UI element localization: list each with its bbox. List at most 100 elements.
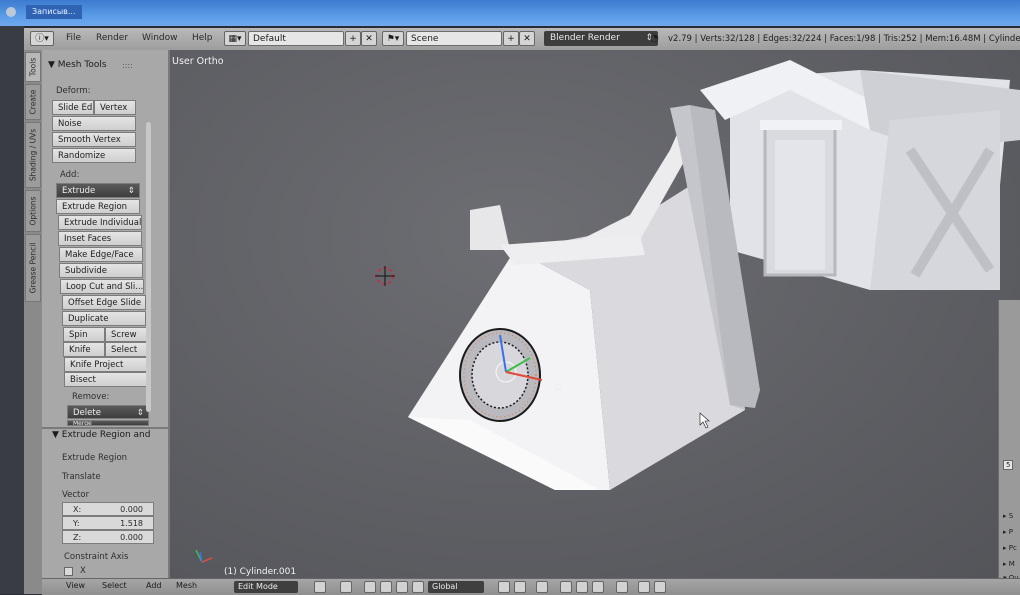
menu-help[interactable]: Help: [192, 33, 213, 43]
scale-manipulator-icon[interactable]: [412, 581, 424, 593]
merge-menu[interactable]: Merge: [67, 420, 149, 426]
layer-icon[interactable]: [514, 581, 526, 593]
menu-add[interactable]: Add: [146, 581, 162, 590]
menu-mesh[interactable]: Mesh: [176, 581, 197, 590]
render-animation-icon[interactable]: [654, 581, 666, 593]
active-object-label: (1) Cylinder.001: [224, 567, 297, 577]
knife-select-button[interactable]: Select: [105, 342, 147, 357]
vector-x-value: 0.000: [120, 505, 143, 514]
loop-cut-slide-button[interactable]: Loop Cut and Sli...: [60, 279, 144, 294]
extrude-region-label: Extrude Region: [62, 453, 128, 463]
rotate-manipulator-icon[interactable]: [396, 581, 408, 593]
render-engine-select[interactable]: Blender Render ⇕: [544, 31, 658, 46]
face-select-icon[interactable]: [592, 581, 604, 593]
tab-tools-label: Tools: [28, 57, 38, 77]
extrude-region-button[interactable]: Extrude Region: [56, 199, 140, 214]
operator-panel-header[interactable]: ▼ Extrude Region and: [52, 430, 150, 440]
add-scene-icon[interactable]: +: [503, 31, 519, 46]
mesh-tools-panel-header[interactable]: ▼ Mesh Tools: [48, 60, 107, 70]
vertex-select-icon[interactable]: [560, 581, 572, 593]
3d-cursor-icon[interactable]: [375, 266, 395, 286]
tool-shelf-scrollbar[interactable]: [146, 122, 151, 412]
right-strip-label: P: [1008, 528, 1013, 536]
manipulator-toggle-icon[interactable]: [364, 581, 376, 593]
tab-grease-pencil[interactable]: Grease Pencil: [25, 234, 41, 302]
tab-create[interactable]: Create: [25, 84, 41, 120]
vector-y-field[interactable]: Y: 1.518: [62, 516, 154, 530]
vector-z-value: 0.000: [120, 533, 143, 542]
inset-faces-button[interactable]: Inset Faces: [58, 231, 142, 246]
duplicate-button[interactable]: Duplicate: [62, 311, 146, 326]
right-strip-item[interactable]: ▸ M: [1003, 560, 1015, 568]
screen-layout-icon[interactable]: ▦▾: [224, 31, 246, 46]
right-strip-item[interactable]: ▸ P: [1003, 528, 1013, 536]
drag-handle-icon[interactable]: ::::: [122, 61, 133, 70]
add-label: Add:: [60, 170, 80, 180]
menu-view[interactable]: View: [66, 581, 85, 590]
vector-x-label: X:: [73, 505, 82, 514]
transform-orientation-select[interactable]: Global: [428, 581, 484, 593]
noise-button[interactable]: Noise: [52, 116, 136, 131]
dropdown-arrows-icon: ⇕: [136, 408, 144, 418]
spin-button[interactable]: Spin: [63, 327, 105, 342]
right-strip-item[interactable]: 5: [1003, 460, 1014, 470]
translate-manipulator-icon[interactable]: [380, 581, 392, 593]
shading-mode-icon[interactable]: [314, 581, 326, 593]
remove-layout-icon[interactable]: ✕: [361, 31, 377, 46]
menu-file[interactable]: File: [66, 33, 81, 43]
extrude-menu[interactable]: Extrude ⇕: [56, 183, 140, 198]
window-title-bar: Записыв...: [0, 0, 1020, 26]
pivot-point-icon[interactable]: [340, 581, 352, 593]
menu-window[interactable]: Window: [142, 33, 178, 43]
slide-edge-button[interactable]: Slide Ed: [52, 100, 94, 115]
scene-icon[interactable]: ⚑▾: [382, 31, 404, 46]
edge-select-icon[interactable]: [576, 581, 588, 593]
make-edge-face-button[interactable]: Make Edge/Face: [59, 247, 143, 262]
vector-z-field[interactable]: Z: 0.000: [62, 530, 154, 544]
layout-name-field[interactable]: Default: [248, 31, 344, 46]
info-header: ⓘ▾ File Render Window Help ▦▾ Default + …: [24, 28, 1020, 51]
extrude-individual-button[interactable]: Extrude Individual: [58, 215, 142, 230]
tool-tab-strip: Tools Create Shading / UVs Options Greas…: [24, 50, 43, 594]
tab-options-label: Options: [28, 196, 38, 226]
add-layout-icon[interactable]: +: [345, 31, 361, 46]
screen-bezel: [0, 26, 24, 594]
right-strip-item[interactable]: ▸ S: [1003, 512, 1013, 520]
offset-edge-slide-button[interactable]: Offset Edge Slide: [62, 295, 146, 310]
blender-logo-icon: ◔: [650, 33, 659, 44]
tab-shading-uvs[interactable]: Shading / UVs: [25, 122, 41, 188]
tab-tools[interactable]: Tools: [25, 52, 41, 82]
3d-viewport[interactable]: User Ortho (1) Cylinder.001: [170, 50, 1020, 580]
knife-project-button[interactable]: Knife Project: [64, 357, 148, 372]
knife-button[interactable]: Knife: [63, 342, 105, 357]
menu-render[interactable]: Render: [96, 33, 128, 43]
smooth-vertex-button[interactable]: Smooth Vertex: [52, 132, 136, 147]
view-mode-label: User Ortho: [172, 56, 224, 67]
right-strip-item[interactable]: ▸ Pc: [1003, 544, 1017, 552]
delete-menu[interactable]: Delete ⇕: [67, 405, 149, 419]
bisect-button[interactable]: Bisect: [64, 372, 148, 387]
delete-menu-label: Delete: [73, 408, 101, 418]
subdivide-button[interactable]: Subdivide: [59, 263, 143, 278]
extrude-menu-label: Extrude: [62, 186, 96, 196]
proportional-edit-icon[interactable]: [536, 581, 548, 593]
selected-cylinder-ring[interactable]: [459, 328, 541, 422]
screw-button[interactable]: Screw: [105, 327, 147, 342]
roof-mesh: [408, 105, 760, 490]
interaction-mode-select[interactable]: Edit Mode: [234, 581, 298, 593]
collapse-triangle-icon: ▼: [48, 60, 55, 70]
render-preview-icon[interactable]: [638, 581, 650, 593]
snap-icon[interactable]: [616, 581, 628, 593]
right-strip-label: Pc: [1008, 544, 1017, 552]
scene-name-field[interactable]: Scene: [406, 31, 502, 46]
editor-type-icon[interactable]: ⓘ▾: [30, 31, 54, 46]
vector-x-field[interactable]: X: 0.000: [62, 502, 154, 516]
tab-options[interactable]: Options: [25, 190, 41, 232]
remove-scene-icon[interactable]: ✕: [519, 31, 535, 46]
vertex-slide-button[interactable]: Vertex: [94, 100, 136, 115]
menu-select[interactable]: Select: [102, 581, 127, 590]
system-menu-icon[interactable]: [6, 7, 16, 17]
randomize-button[interactable]: Randomize: [52, 148, 136, 163]
layer-icon[interactable]: [498, 581, 510, 593]
constraint-x-checkbox[interactable]: [64, 567, 73, 576]
